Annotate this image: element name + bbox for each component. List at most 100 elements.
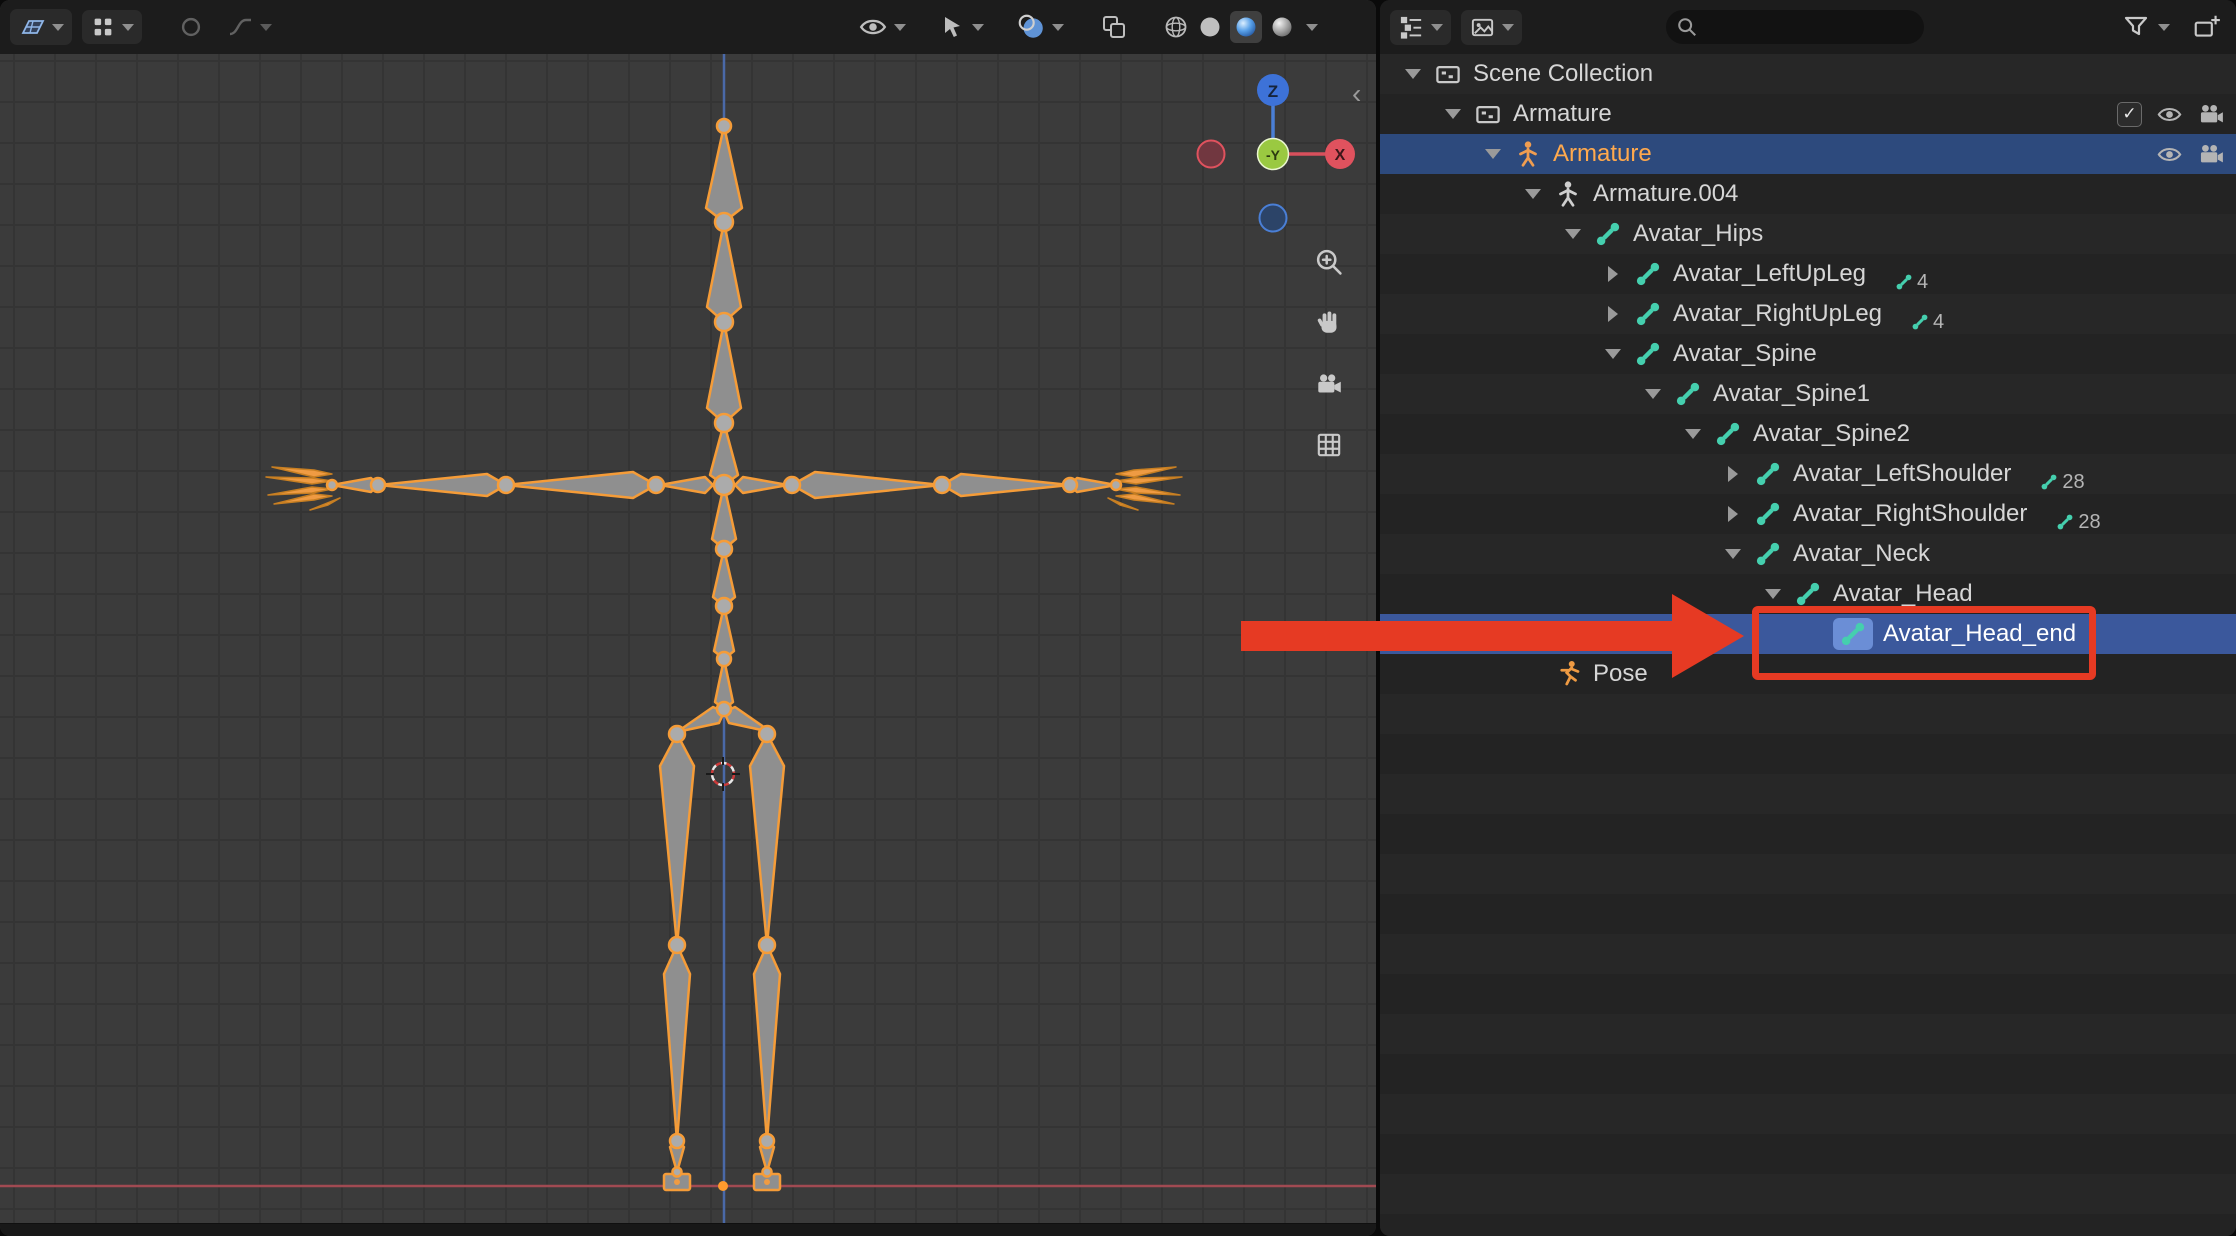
bone-count-badge: 28 (2055, 511, 2100, 534)
gizmos-dropdown[interactable] (938, 13, 984, 41)
gizmo-neg-z-ball (1260, 205, 1287, 232)
chevron-down-icon[interactable] (1306, 24, 1318, 31)
bone-icon (2055, 512, 2075, 532)
row-label: Avatar_RightShoulder (1793, 500, 2027, 528)
outliner-row-armature-object[interactable]: Armature (1380, 134, 2236, 174)
chevron-down-icon[interactable] (2158, 24, 2170, 31)
outliner-row-avatar-rightshoulder[interactable]: Avatar_RightShoulder 28 (1380, 494, 2236, 534)
bone-count-badge: 4 (1894, 271, 1928, 294)
outliner-row-avatar-leftshoulder[interactable]: Avatar_LeftShoulder 28 (1380, 454, 2236, 494)
blender-window: Z X -Y (0, 0, 2236, 1236)
3d-viewport-editor-icon (18, 13, 46, 41)
outliner-row-scene-collection[interactable]: Scene Collection (1380, 54, 2236, 94)
disclosure-triangle[interactable] (1713, 454, 1753, 494)
proportional-falloff-icon (226, 13, 254, 41)
svg-text:-Y: -Y (1266, 147, 1281, 163)
disclosure-triangle[interactable] (1633, 374, 1673, 414)
toggle-grid-button[interactable] (1307, 423, 1351, 467)
shading-rendered-icon[interactable] (1268, 13, 1296, 41)
disclosure-triangle[interactable] (1433, 94, 1473, 134)
row-label: Avatar_LeftShoulder (1793, 460, 2011, 488)
new-collection-icon[interactable] (2192, 12, 2222, 42)
shading-solid-icon[interactable] (1196, 13, 1224, 41)
filter-funnel-icon[interactable] (2122, 13, 2150, 41)
row-label: Avatar_Neck (1793, 540, 1930, 568)
viewport-canvas[interactable]: Z X -Y (0, 54, 1376, 1224)
row-toggles (2156, 134, 2224, 174)
disclosure-triangle[interactable] (1593, 254, 1633, 294)
shading-wireframe-icon[interactable] (1162, 13, 1190, 41)
disclosure-triangle[interactable] (1593, 294, 1633, 334)
bone-count-badge: 28 (2039, 471, 2084, 494)
outliner-row-armature-data[interactable]: Armature.004 (1380, 174, 2236, 214)
disclosure-triangle[interactable] (1593, 334, 1633, 374)
disclosure-triangle[interactable] (1713, 534, 1753, 574)
camera-icon[interactable] (2197, 141, 2224, 168)
show-gizmos-dropdown[interactable] (858, 12, 906, 42)
row-label: Avatar_RightUpLeg (1673, 300, 1882, 328)
row-label: Avatar_Hips (1633, 220, 1763, 248)
eye-icon[interactable] (2156, 141, 2183, 168)
gizmo-pointer-icon (938, 13, 966, 41)
pan-hand-button[interactable] (1307, 300, 1351, 344)
outliner-row-avatar-neck[interactable]: Avatar_Neck (1380, 534, 2236, 574)
viewport-header (0, 0, 1376, 55)
search-input[interactable] (1706, 14, 1914, 40)
proportional-falloff-dropdown[interactable] (218, 9, 280, 45)
bone-icon (1753, 539, 1783, 569)
gizmo-neg-x-ball (1198, 141, 1225, 168)
outliner-display-mode-dropdown[interactable] (1461, 10, 1522, 45)
3d-viewport[interactable]: Z X -Y (0, 0, 1376, 1236)
row-label: Scene Collection (1473, 60, 1653, 88)
chevron-down-icon (1431, 24, 1443, 31)
row-label: Avatar_Spine1 (1713, 380, 1870, 408)
bone-icon (1593, 219, 1623, 249)
shading-material-preview-icon[interactable] (1230, 11, 1262, 43)
disclosure-triangle[interactable] (1673, 414, 1713, 454)
bone-icon (1910, 312, 1930, 332)
row-label: Pose (1593, 660, 1648, 688)
viewport-bottom-strip (0, 1223, 1376, 1236)
navigation-gizmo[interactable]: Z X -Y (1190, 64, 1376, 244)
outliner-row-avatar-spine1[interactable]: Avatar_Spine1 (1380, 374, 2236, 414)
outliner-row-avatar-spine2[interactable]: Avatar_Spine2 (1380, 414, 2236, 454)
show-gizmos-eye-icon (858, 12, 888, 42)
disclosure-triangle[interactable] (1513, 174, 1553, 214)
mode-dropdown[interactable] (82, 10, 142, 44)
bone-icon (1673, 379, 1703, 409)
row-label: Avatar_Spine2 (1753, 420, 1910, 448)
sidebar-collapse-arrow[interactable]: ‹ (1352, 78, 1361, 110)
chevron-down-icon (260, 24, 272, 31)
outliner-row-avatar-spine[interactable]: Avatar_Spine (1380, 334, 2236, 374)
editor-type-dropdown[interactable] (10, 9, 72, 45)
armature-skeleton (0, 54, 1376, 1224)
bone-icon (1633, 299, 1663, 329)
proportional-editing-icon[interactable] (178, 14, 204, 40)
armature-object-icon (1513, 139, 1543, 169)
outliner-editor-type-dropdown[interactable] (1390, 10, 1451, 45)
disclosure-triangle[interactable] (1473, 134, 1513, 174)
checkbox-checked[interactable]: ✓ (2117, 102, 2142, 127)
eye-icon[interactable] (2156, 101, 2183, 128)
bone-icon (1753, 459, 1783, 489)
overlays-icon (1016, 12, 1046, 42)
overlays-dropdown[interactable] (1016, 12, 1064, 42)
outliner-row-avatar-leftupleg[interactable]: Avatar_LeftUpLeg 4 (1380, 254, 2236, 294)
disclosure-triangle[interactable] (1713, 494, 1753, 534)
toggle-xray-icon[interactable] (1100, 13, 1128, 41)
disclosure-spacer (1513, 654, 1553, 694)
disclosure-triangle[interactable] (1393, 54, 1433, 94)
camera-view-button[interactable] (1307, 363, 1351, 407)
outliner-row-avatar-rightupleg[interactable]: Avatar_RightUpLeg 4 (1380, 294, 2236, 334)
display-mode-image-icon (1469, 14, 1496, 41)
outliner-search-box[interactable] (1666, 10, 1924, 44)
zoom-button[interactable] (1307, 240, 1351, 284)
outliner-row-armature-collection[interactable]: Armature ✓ (1380, 94, 2236, 134)
chevron-down-icon (1502, 24, 1514, 31)
camera-icon[interactable] (2197, 101, 2224, 128)
outliner-row-avatar-hips[interactable]: Avatar_Hips (1380, 214, 2236, 254)
chevron-down-icon (894, 24, 906, 31)
bone-icon (1793, 579, 1823, 609)
disclosure-triangle[interactable] (1553, 214, 1593, 254)
bone-icon (1894, 272, 1914, 292)
